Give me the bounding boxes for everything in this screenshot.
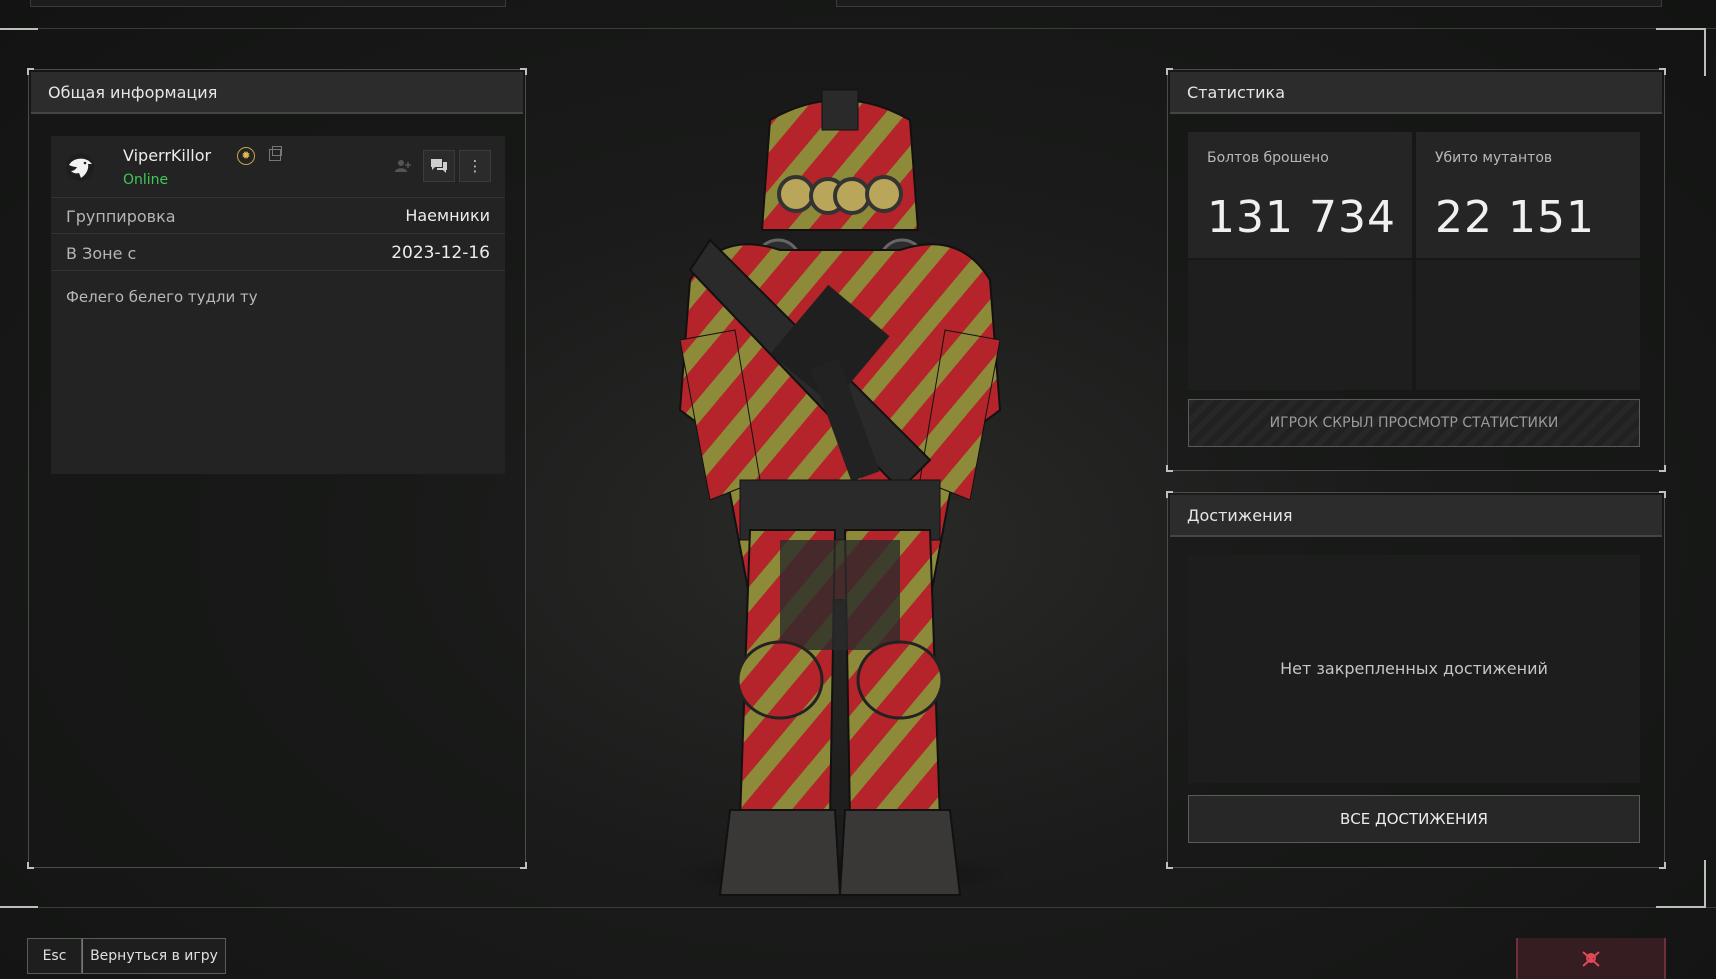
sun-badge-icon: ✹ [237, 147, 255, 165]
zone-since-label: В Зоне с [66, 244, 137, 263]
copy-icon[interactable] [269, 146, 282, 161]
frame-corner [0, 28, 38, 30]
skull-crossbones-icon [1582, 951, 1600, 967]
stat-value: 22 151 [1435, 192, 1595, 243]
general-info-title: Общая информация [31, 72, 523, 114]
more-options-button[interactable]: ⋮ [459, 150, 491, 182]
online-status: Online [123, 172, 169, 188]
achievements-title: Достижения [1170, 495, 1662, 537]
general-info-panel: Общая информация ViperrKillor ✹ Online ⋮ [27, 68, 527, 869]
all-achievements-button[interactable]: ВСЕ ДОСТИЖЕНИЯ [1188, 795, 1640, 843]
return-to-game-button[interactable]: Вернуться в игру [82, 938, 226, 974]
frame-corner [1704, 860, 1706, 908]
stat-value: 131 734 [1207, 192, 1396, 243]
character-model[interactable] [600, 80, 1080, 900]
faction-value: Наемники [405, 206, 490, 225]
stats-title: Статистика [1170, 72, 1662, 114]
message-button[interactable] [423, 150, 455, 182]
add-friend-button[interactable] [387, 150, 419, 182]
stat-label: Болтов брошено [1207, 150, 1329, 166]
esc-key-button[interactable]: Esc [27, 938, 82, 974]
kebab-menu-icon: ⋮ [467, 157, 483, 175]
faction-row: Группировка Наемники [51, 198, 505, 234]
frame-corner [1656, 906, 1704, 908]
report-button[interactable] [1516, 938, 1666, 979]
frame-top-line [0, 28, 1716, 29]
bio-text: Фелего белего тудли ту [66, 288, 258, 306]
frame-corner [1704, 28, 1706, 76]
profile-card: ViperrKillor ✹ Online ⋮ Группировка Наем… [51, 136, 505, 474]
chat-icon [431, 159, 447, 173]
faction-label: Группировка [66, 207, 176, 226]
stat-label: Убито мутантов [1435, 150, 1553, 166]
frame-corner [0, 906, 38, 908]
add-friend-icon [395, 160, 411, 172]
stat-empty-slot [1416, 260, 1640, 390]
frame-bottom-line [0, 907, 1716, 908]
frame-corner [1656, 28, 1704, 30]
achievements-empty: Нет закрепленных достижений [1188, 555, 1640, 783]
eagle-avatar-icon [66, 153, 94, 181]
stats-panel: Статистика Болтов брошено 131 734 Убито … [1166, 68, 1666, 472]
stats-hidden-notice: ИГРОК СКРЫЛ ПРОСМОТР СТАТИСТИКИ [1188, 399, 1640, 447]
zone-since-value: 2023-12-16 [391, 243, 490, 263]
stats-grid: Болтов брошено 131 734 Убито мутантов 22… [1188, 132, 1640, 390]
username: ViperrKillor [123, 146, 212, 165]
stat-bolts: Болтов брошено 131 734 [1188, 132, 1412, 258]
top-strip-left [30, 0, 506, 7]
stat-mutants: Убито мутантов 22 151 [1416, 132, 1640, 258]
achievements-panel: Достижения Нет закрепленных достижений В… [1166, 491, 1666, 869]
zone-since-row: В Зоне с 2023-12-16 [51, 235, 505, 271]
user-row: ViperrKillor ✹ Online ⋮ [51, 136, 505, 198]
stat-empty-slot [1188, 260, 1412, 390]
top-strip-right [836, 0, 1662, 7]
